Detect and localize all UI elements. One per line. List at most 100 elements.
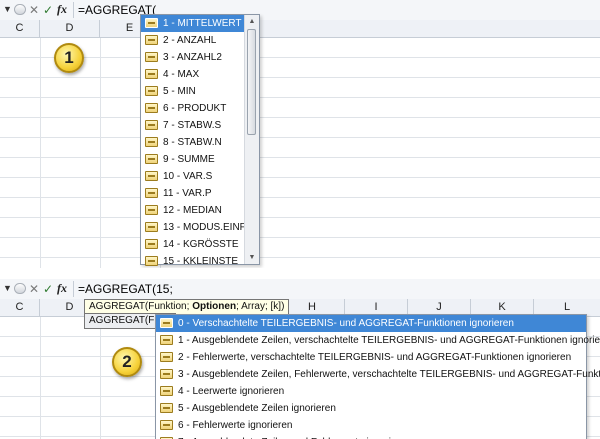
function-list-icon (145, 69, 158, 79)
function-item[interactable]: 9 - SUMME (141, 151, 244, 168)
function-item[interactable]: 13 - MODUS.EINF (141, 219, 246, 236)
function-item-label: 6 - PRODUKT (163, 103, 227, 114)
function-list-icon (145, 137, 158, 147)
function-item[interactable]: 1 - MITTELWERT (141, 15, 244, 32)
function-item[interactable]: 8 - STABW.N (141, 134, 244, 151)
function-item[interactable]: 10 - VAR.S (141, 168, 244, 185)
formula-bar: ▼ ✕ ✓ fx =AGGREGAT( (0, 0, 600, 21)
function-list-icon (145, 222, 158, 232)
function-list-items: 1 - MITTELWERT 2 - ANZAHL 3 - ANZAHL2 4 - M… (141, 15, 246, 268)
option-item-label: 0 - Verschachtelte TEILERGEBNIS- und AGG… (178, 318, 514, 329)
function-list-icon (145, 35, 158, 45)
function-item-label: 7 - STABW.S (163, 120, 222, 131)
function-item[interactable]: 4 - MAX (141, 66, 244, 83)
option-item[interactable]: 0 - Verschachtelte TEILERGEBNIS- und AGG… (156, 315, 586, 332)
name-box-dropdown-icon[interactable]: ▼ (3, 4, 12, 14)
option-item[interactable]: 2 - Fehlerwerte, verschachtelte TEILERGE… (156, 349, 586, 366)
function-item[interactable]: 7 - STABW.S (141, 117, 244, 134)
option-autocomplete-list[interactable]: 0 - Verschachtelte TEILERGEBNIS- und AGG… (155, 314, 600, 439)
function-item[interactable]: 6 - PRODUKT (141, 100, 244, 117)
function-list-icon (145, 239, 158, 249)
function-item-label: 8 - STABW.N (163, 137, 222, 148)
function-item-label: 4 - MAX (163, 69, 200, 80)
formula-input[interactable]: =AGGREGAT(15; (78, 282, 173, 296)
option-list-items: 0 - Verschachtelte TEILERGEBNIS- und AGG… (156, 315, 600, 439)
function-list-icon (160, 352, 173, 362)
function-item-label: 11 - VAR.P (163, 188, 212, 199)
function-list-icon (145, 171, 158, 181)
option-item[interactable]: 6 - Fehlerwerte ignorieren (156, 417, 586, 434)
option-item-label: 7 - Ausgeblendete Zeilen und Fehlerwerte… (178, 434, 411, 439)
function-item-label: 14 - KGRÖSSTE (163, 239, 239, 250)
function-item[interactable]: 3 - ANZAHL2 (141, 49, 244, 66)
option-item[interactable]: 3 - Ausgeblendete Zeilen, Fehlerwerte, v… (156, 366, 600, 383)
function-item-label: 1 - MITTELWERT (163, 18, 242, 29)
formula-bar-divider (73, 2, 74, 18)
name-box-dropdown-icon[interactable]: ▼ (3, 283, 12, 293)
function-item[interactable]: 2 - ANZAHL (141, 32, 244, 49)
tooltip-prefix: AGGREGAT(Funktion; (89, 301, 193, 312)
column-header-c[interactable]: C (0, 20, 40, 37)
function-item[interactable]: 5 - MIN (141, 83, 244, 100)
option-item[interactable]: 5 - Ausgeblendete Zeilen ignorieren (156, 400, 586, 417)
function-list-icon (160, 335, 173, 345)
grid-column-line (40, 38, 41, 268)
function-item[interactable]: 12 - MEDIAN (141, 202, 244, 219)
tooltip-suffix: ; Array; [k]) (236, 301, 285, 312)
function-item-label: 3 - ANZAHL2 (163, 52, 222, 63)
grid-column-line (100, 317, 101, 439)
formula-bar-grip-handle[interactable] (14, 4, 26, 15)
formula-bar-divider (73, 281, 74, 297)
function-item-label: 5 - MIN (163, 86, 196, 97)
option-item-label: 4 - Leerwerte ignorieren (178, 386, 285, 397)
option-item-label: 5 - Ausgeblendete Zeilen ignorieren (178, 403, 336, 414)
function-item[interactable]: 14 - KGRÖSSTE (141, 236, 244, 253)
cancel-icon[interactable]: ✕ (29, 3, 39, 17)
scrollbar-thumb[interactable] (247, 29, 256, 135)
function-list-icon (145, 205, 158, 215)
scroll-up-icon[interactable]: ▲ (245, 15, 259, 28)
option-item[interactable]: 1 - Ausgeblendete Zeilen, verschachtelte… (156, 332, 600, 349)
function-item-label: 2 - ANZAHL (163, 35, 217, 46)
function-item-label: 10 - VAR.S (163, 171, 213, 182)
enter-icon[interactable]: ✓ (43, 282, 53, 296)
function-list-icon (160, 386, 173, 396)
insert-function-icon[interactable]: fx (57, 2, 67, 17)
function-list-scrollbar[interactable]: ▲ ▼ (244, 15, 259, 264)
cell-grid[interactable] (0, 38, 600, 268)
function-list-icon (160, 318, 173, 328)
function-list-icon (145, 18, 158, 28)
scroll-down-icon[interactable]: ▼ (245, 251, 259, 264)
grid-column-line (100, 38, 101, 268)
column-headers: C D E (0, 20, 600, 38)
formula-bar-grip-handle[interactable] (14, 283, 26, 294)
insert-function-icon[interactable]: fx (57, 281, 67, 296)
function-item[interactable]: 15 - KKLEINSTE (141, 253, 244, 268)
function-list-icon (145, 103, 158, 113)
option-item-label: 1 - Ausgeblendete Zeilen, verschachtelte… (178, 335, 600, 346)
function-list-icon (145, 256, 158, 266)
function-item-label: 15 - KKLEINSTE (163, 256, 239, 267)
function-item[interactable]: 11 - VAR.P (141, 185, 244, 202)
option-item[interactable]: 4 - Leerwerte ignorieren (156, 383, 586, 400)
cancel-icon[interactable]: ✕ (29, 282, 39, 296)
screenshot-panel-1: ▼ ✕ ✓ fx =AGGREGAT( C D E 1 1 - MITTELWE… (0, 0, 600, 268)
function-item-label: 12 - MEDIAN (163, 205, 222, 216)
option-item[interactable]: 7 - Ausgeblendete Zeilen und Fehlerwerte… (156, 434, 586, 439)
formula-bar: ▼ ✕ ✓ fx =AGGREGAT(15; (0, 279, 600, 300)
function-autocomplete-list[interactable]: 1 - MITTELWERT 2 - ANZAHL 3 - ANZAHL2 4 - M… (140, 14, 260, 268)
screenshot-panel-2: ▼ ✕ ✓ fx =AGGREGAT(15; C D H I J K L AGG… (0, 279, 600, 439)
column-header-c[interactable]: C (0, 299, 40, 316)
grid-column-line (40, 317, 41, 439)
function-list-icon (160, 369, 173, 379)
function-list-icon (145, 188, 158, 198)
step-badge-2: 2 (112, 347, 142, 377)
step-badge-1: 1 (54, 43, 84, 73)
function-list-icon (145, 86, 158, 96)
function-item-label: 13 - MODUS.EINF (163, 222, 246, 233)
column-header-d[interactable]: D (40, 20, 100, 37)
enter-icon[interactable]: ✓ (43, 3, 53, 17)
function-list-icon (145, 120, 158, 130)
function-list-icon (145, 154, 158, 164)
option-item-label: 2 - Fehlerwerte, verschachtelte TEILERGE… (178, 352, 572, 363)
